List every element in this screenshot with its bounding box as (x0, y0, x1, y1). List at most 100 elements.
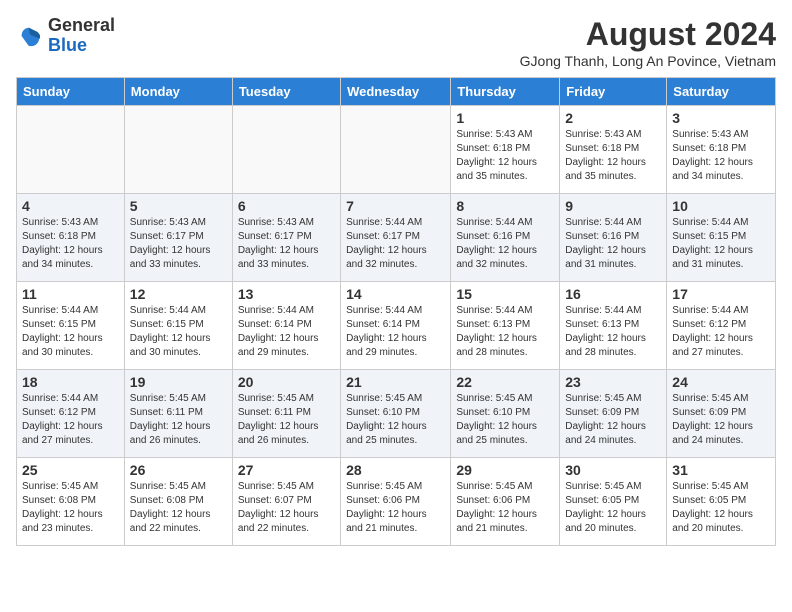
day-info: Sunrise: 5:43 AM Sunset: 6:17 PM Dayligh… (130, 216, 227, 272)
day-info: Sunrise: 5:44 AM Sunset: 6:17 PM Dayligh… (346, 216, 445, 272)
calendar-cell: 26Sunrise: 5:45 AM Sunset: 6:08 PM Dayli… (124, 458, 232, 546)
day-number: 15 (456, 286, 554, 302)
calendar-cell: 23 Sunrise: 5:45 AM Sunset: 6:09 PM Dayli… (560, 370, 667, 458)
calendar-cell: 6Sunrise: 5:43 AM Sunset: 6:17 PM Daylig… (232, 194, 340, 282)
day-info: Sunrise: 5:45 AM Sunset: 6:08 PM Dayligh… (22, 480, 119, 536)
calendar-cell: 7 Sunrise: 5:44 AM Sunset: 6:17 PM Daylig… (341, 194, 451, 282)
day-number: 4 (22, 198, 119, 214)
day-info: Sunrise: 5:45 AM Sunset: 6:09 PM Dayligh… (565, 392, 661, 448)
logo: General Blue (16, 16, 115, 56)
day-number: 6 (238, 198, 335, 214)
day-info: Sunrise: 5:45 AM Sunset: 6:06 PM Dayligh… (456, 480, 554, 536)
weekday-header-row: SundayMondayTuesdayWednesdayThursdayFrid… (17, 78, 776, 106)
calendar-cell: 14Sunrise: 5:44 AM Sunset: 6:14 PM Dayli… (341, 282, 451, 370)
day-info: Sunrise: 5:44 AM Sunset: 6:16 PM Dayligh… (456, 216, 554, 272)
day-info: Sunrise: 5:45 AM Sunset: 6:10 PM Dayligh… (346, 392, 445, 448)
calendar-cell: 30 Sunrise: 5:45 AM Sunset: 6:05 PM Dayli… (560, 458, 667, 546)
day-info: Sunrise: 5:45 AM Sunset: 6:11 PM Dayligh… (238, 392, 335, 448)
calendar-cell: 10 Sunrise: 5:44 AM Sunset: 6:15 PM Dayli… (667, 194, 776, 282)
month-year-title: August 2024 (520, 16, 776, 53)
day-number: 30 (565, 462, 661, 478)
day-number: 18 (22, 374, 119, 390)
day-number: 9 (565, 198, 661, 214)
title-area: August 2024 GJong Thanh, Long An Povince… (520, 16, 776, 69)
calendar-cell: 8 Sunrise: 5:44 AM Sunset: 6:16 PM Daylig… (451, 194, 560, 282)
day-info: Sunrise: 5:45 AM Sunset: 6:08 PM Dayligh… (130, 480, 227, 536)
calendar-cell (341, 106, 451, 194)
calendar-cell: 12 Sunrise: 5:44 AM Sunset: 6:15 PM Dayli… (124, 282, 232, 370)
day-number: 5 (130, 198, 227, 214)
day-number: 11 (22, 286, 119, 302)
calendar-cell (124, 106, 232, 194)
day-info: Sunrise: 5:44 AM Sunset: 6:15 PM Dayligh… (130, 304, 227, 360)
weekday-header-sunday: Sunday (17, 78, 125, 106)
calendar-cell: 20 Sunrise: 5:45 AM Sunset: 6:11 PM Dayli… (232, 370, 340, 458)
calendar-cell: 9Sunrise: 5:44 AM Sunset: 6:16 PM Daylig… (560, 194, 667, 282)
day-info: Sunrise: 5:45 AM Sunset: 6:10 PM Dayligh… (456, 392, 554, 448)
calendar-week-row: 18 Sunrise: 5:44 AM Sunset: 6:12 PM Dayli… (17, 370, 776, 458)
day-number: 28 (346, 462, 445, 478)
day-info: Sunrise: 5:44 AM Sunset: 6:12 PM Dayligh… (22, 392, 119, 448)
weekday-header-wednesday: Wednesday (341, 78, 451, 106)
calendar-cell: 22Sunrise: 5:45 AM Sunset: 6:10 PM Dayli… (451, 370, 560, 458)
day-number: 10 (672, 198, 770, 214)
day-number: 25 (22, 462, 119, 478)
day-number: 16 (565, 286, 661, 302)
calendar-cell: 11 Sunrise: 5:44 AM Sunset: 6:15 PM Dayli… (17, 282, 125, 370)
calendar-table: SundayMondayTuesdayWednesdayThursdayFrid… (16, 77, 776, 546)
day-number: 3 (672, 110, 770, 126)
day-info: Sunrise: 5:45 AM Sunset: 6:09 PM Dayligh… (672, 392, 770, 448)
logo-icon (16, 22, 44, 50)
calendar-week-row: 4 Sunrise: 5:43 AM Sunset: 6:18 PM Daylig… (17, 194, 776, 282)
location-subtitle: GJong Thanh, Long An Povince, Vietnam (520, 53, 776, 69)
calendar-cell: 3 Sunrise: 5:43 AM Sunset: 6:18 PM Daylig… (667, 106, 776, 194)
calendar-cell: 28 Sunrise: 5:45 AM Sunset: 6:06 PM Dayli… (341, 458, 451, 546)
day-number: 8 (456, 198, 554, 214)
weekday-header-thursday: Thursday (451, 78, 560, 106)
calendar-cell: 17 Sunrise: 5:44 AM Sunset: 6:12 PM Dayli… (667, 282, 776, 370)
day-number: 2 (565, 110, 661, 126)
calendar-cell: 24Sunrise: 5:45 AM Sunset: 6:09 PM Dayli… (667, 370, 776, 458)
day-number: 23 (565, 374, 661, 390)
calendar-week-row: 1 Sunrise: 5:43 AM Sunset: 6:18 PM Daylig… (17, 106, 776, 194)
day-info: Sunrise: 5:43 AM Sunset: 6:18 PM Dayligh… (22, 216, 119, 272)
day-number: 7 (346, 198, 445, 214)
calendar-cell: 13Sunrise: 5:44 AM Sunset: 6:14 PM Dayli… (232, 282, 340, 370)
day-info: Sunrise: 5:43 AM Sunset: 6:18 PM Dayligh… (672, 128, 770, 184)
day-info: Sunrise: 5:44 AM Sunset: 6:15 PM Dayligh… (672, 216, 770, 272)
calendar-cell: 21 Sunrise: 5:45 AM Sunset: 6:10 PM Dayli… (341, 370, 451, 458)
day-info: Sunrise: 5:43 AM Sunset: 6:18 PM Dayligh… (565, 128, 661, 184)
day-info: Sunrise: 5:45 AM Sunset: 6:05 PM Dayligh… (672, 480, 770, 536)
calendar-cell (232, 106, 340, 194)
day-info: Sunrise: 5:45 AM Sunset: 6:06 PM Dayligh… (346, 480, 445, 536)
day-number: 12 (130, 286, 227, 302)
calendar-cell: 2 Sunrise: 5:43 AM Sunset: 6:18 PM Daylig… (560, 106, 667, 194)
day-info: Sunrise: 5:44 AM Sunset: 6:14 PM Dayligh… (346, 304, 445, 360)
calendar-cell: 25 Sunrise: 5:45 AM Sunset: 6:08 PM Dayli… (17, 458, 125, 546)
day-info: Sunrise: 5:45 AM Sunset: 6:07 PM Dayligh… (238, 480, 335, 536)
day-number: 21 (346, 374, 445, 390)
day-info: Sunrise: 5:44 AM Sunset: 6:15 PM Dayligh… (22, 304, 119, 360)
calendar-cell: 1Sunrise: 5:43 AM Sunset: 6:18 PM Daylig… (451, 106, 560, 194)
calendar-cell: 31 Sunrise: 5:45 AM Sunset: 6:05 PM Dayli… (667, 458, 776, 546)
weekday-header-monday: Monday (124, 78, 232, 106)
calendar-week-row: 25 Sunrise: 5:45 AM Sunset: 6:08 PM Dayli… (17, 458, 776, 546)
calendar-week-row: 11 Sunrise: 5:44 AM Sunset: 6:15 PM Dayli… (17, 282, 776, 370)
day-number: 19 (130, 374, 227, 390)
calendar-cell (17, 106, 125, 194)
day-number: 17 (672, 286, 770, 302)
calendar-cell: 19 Sunrise: 5:45 AM Sunset: 6:11 PM Dayli… (124, 370, 232, 458)
day-info: Sunrise: 5:44 AM Sunset: 6:13 PM Dayligh… (565, 304, 661, 360)
weekday-header-tuesday: Tuesday (232, 78, 340, 106)
header: General Blue August 2024 GJong Thanh, Lo… (16, 16, 776, 69)
day-number: 31 (672, 462, 770, 478)
calendar-cell: 16 Sunrise: 5:44 AM Sunset: 6:13 PM Dayli… (560, 282, 667, 370)
calendar-cell: 18 Sunrise: 5:44 AM Sunset: 6:12 PM Dayli… (17, 370, 125, 458)
day-info: Sunrise: 5:45 AM Sunset: 6:11 PM Dayligh… (130, 392, 227, 448)
day-number: 20 (238, 374, 335, 390)
day-number: 27 (238, 462, 335, 478)
calendar-cell: 15Sunrise: 5:44 AM Sunset: 6:13 PM Dayli… (451, 282, 560, 370)
day-number: 1 (456, 110, 554, 126)
day-info: Sunrise: 5:44 AM Sunset: 6:12 PM Dayligh… (672, 304, 770, 360)
day-info: Sunrise: 5:45 AM Sunset: 6:05 PM Dayligh… (565, 480, 661, 536)
